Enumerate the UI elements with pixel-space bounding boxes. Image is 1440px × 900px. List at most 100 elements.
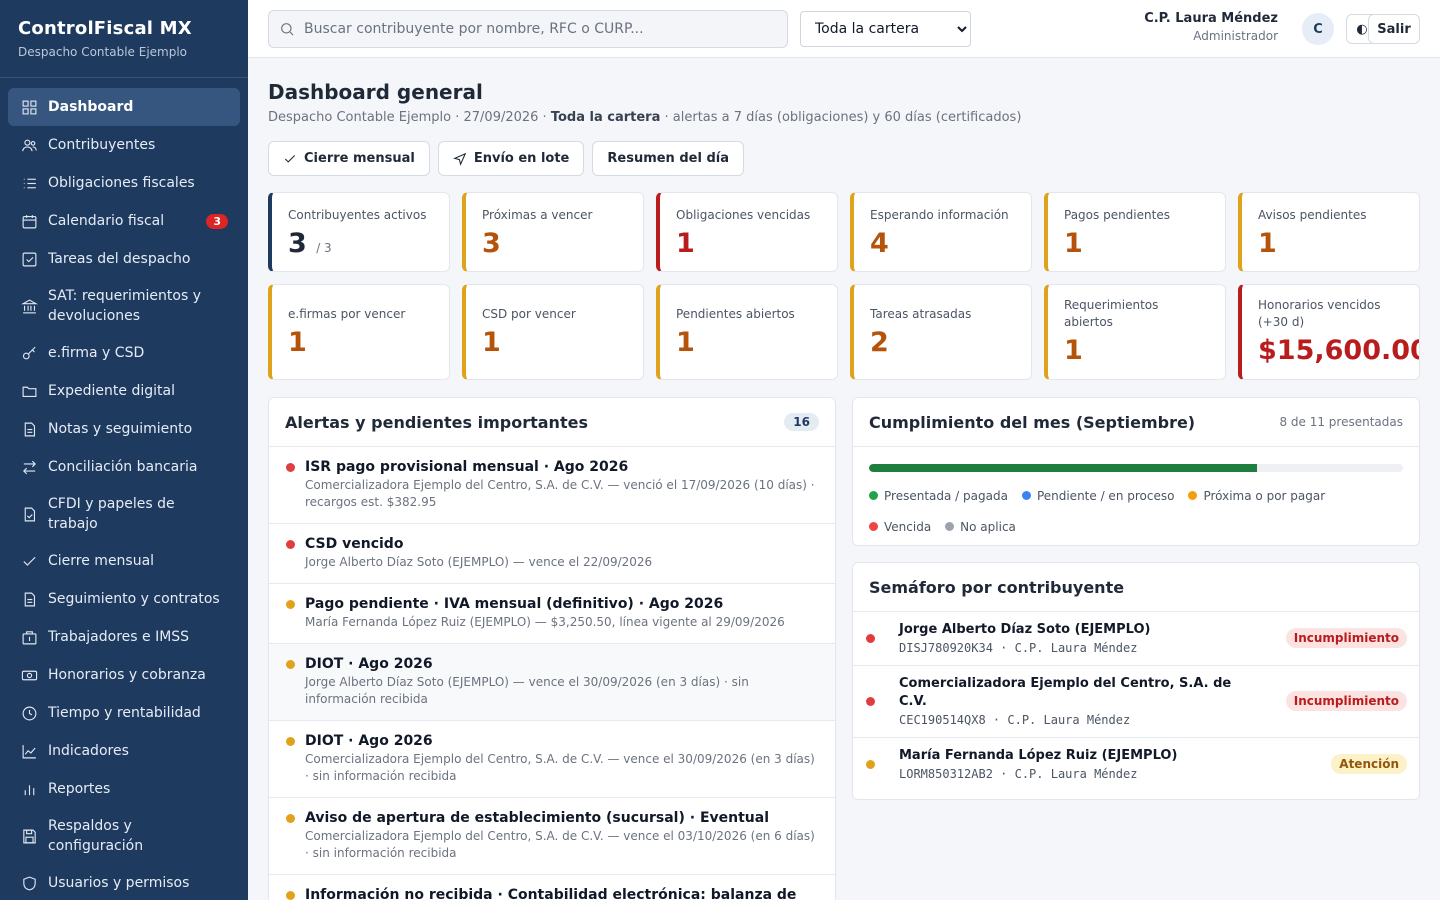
kpi-value: 2 — [870, 327, 1015, 359]
sidebar-item-label: Tiempo y rentabilidad — [48, 705, 201, 721]
sidebar-item-conciliacion-bancaria[interactable]: Conciliación bancaria — [8, 448, 240, 486]
kpi-card-obligaciones-vencidas[interactable]: Obligaciones vencidas 1 — [656, 192, 838, 272]
monthly-close-button[interactable]: Cierre mensual — [268, 141, 430, 176]
key-icon — [20, 344, 38, 362]
logout-button[interactable]: Salir — [1368, 14, 1420, 44]
sidebar-item-label: Usuarios y permisos — [48, 875, 190, 891]
alert-item[interactable]: Información no recibida · Contabilidad e… — [269, 875, 835, 900]
portfolio-select[interactable]: Toda la cartera — [800, 11, 971, 47]
sidebar-nav: Dashboard Contribuyentes Obligaciones fisc… — [0, 78, 248, 900]
sidebar-item-usuarios-y-permisos[interactable]: Usuarios y permisos — [8, 864, 240, 900]
legend-item-presentada-pagada: Presentada / pagada — [869, 480, 1008, 511]
taxpayer-name: Jorge Alberto Díaz Soto (EJEMPLO) — [899, 622, 1151, 637]
sidebar-item-tiempo-y-rentabilidad[interactable]: Tiempo y rentabilidad — [8, 694, 240, 732]
dashboard-icon — [20, 98, 38, 116]
sidebar-item-reportes[interactable]: Reportes — [8, 770, 240, 808]
sidebar-item-indicadores[interactable]: Indicadores — [8, 732, 240, 770]
kpi-card-e-firmas-por-vencer[interactable]: e.firmas por vencer 1 — [268, 284, 450, 380]
kpi-card-esperando-informacion[interactable]: Esperando información 4 — [850, 192, 1032, 272]
taxpayer-info: Comercializadora Ejemplo del Centro, S.A… — [899, 675, 1244, 727]
search-box[interactable] — [268, 10, 788, 48]
kpi-label: Esperando información — [870, 208, 1009, 222]
kpi-value: 1 — [1064, 335, 1209, 367]
kpi-value: $15,600.00 — [1258, 335, 1419, 367]
calendar-icon — [20, 212, 38, 230]
sidebar-item-seguimiento-y-contratos[interactable]: Seguimiento y contratos — [8, 580, 240, 618]
monthly-close-label: Cierre mensual — [304, 151, 415, 166]
taxpayer-row[interactable]: Comercializadora Ejemplo del Centro, S.A… — [853, 666, 1419, 738]
kpi-value: 1 — [676, 327, 821, 359]
kpi-label: e.firmas por vencer — [288, 306, 406, 321]
alert-item[interactable]: DIOT · Ago 2026 Comercializadora Ejemplo … — [269, 721, 835, 798]
kpi-number: 1 — [676, 326, 695, 358]
alerts-list: ISR pago provisional mensual · Ago 2026 C… — [269, 447, 835, 900]
daily-summary-button[interactable]: Resumen del día — [592, 141, 744, 176]
action-bar: Cierre mensual Envío en lote Resumen del… — [268, 141, 744, 176]
alert-item[interactable]: CSD vencido Jorge Alberto Díaz Soto (EJEM… — [269, 524, 835, 584]
sidebar-item-trabajadores-e-imss[interactable]: Trabajadores e IMSS — [8, 618, 240, 656]
sidebar-item-notas-y-seguimiento[interactable]: Notas y seguimiento — [8, 410, 240, 448]
kpi-label: Próximas a vencer — [482, 208, 593, 222]
kpi-number: 2 — [870, 326, 889, 358]
kpi-value: 1 — [482, 327, 627, 359]
sidebar-item-tareas-del-despacho[interactable]: Tareas del despacho — [8, 240, 240, 278]
sidebar-item-respaldos-y-configuracion[interactable]: Respaldos y configuración — [8, 808, 240, 864]
taxpayer-status-dot — [866, 633, 875, 643]
traffic-light-header: Semáforo por contribuyente — [853, 563, 1419, 612]
sidebar-item-e-firma-y-csd[interactable]: e.firma y CSD — [8, 334, 240, 372]
avatar[interactable]: C — [1302, 13, 1334, 45]
sidebar-item-label: Tareas del despacho — [48, 251, 191, 267]
taxpayer-row[interactable]: Jorge Alberto Díaz Soto (EJEMPLO) DISJ780… — [853, 612, 1419, 666]
sidebar-item-cfdi-y-papeles-de-trabajo[interactable]: CFDI y papeles de trabajo — [8, 486, 240, 542]
kpi-card-pagos-pendientes[interactable]: Pagos pendientes 1 — [1044, 192, 1226, 272]
sidebar-item-cierre-mensual[interactable]: Cierre mensual — [8, 542, 240, 580]
sidebar-item-honorarios-y-cobranza[interactable]: Honorarios y cobranza — [8, 656, 240, 694]
sidebar-item-calendario-fiscal[interactable]: Calendario fiscal 3 — [8, 202, 240, 240]
kpi-label: Honorarios vencidos (+30 d) — [1258, 298, 1381, 329]
batch-send-button[interactable]: Envío en lote — [437, 141, 585, 176]
sidebar-item-obligaciones-fiscales[interactable]: Obligaciones fiscales — [8, 164, 240, 202]
compliance-header: Cumplimiento del mes (Septiembre) 8 de 1… — [853, 398, 1419, 447]
kpi-card-contribuyentes-activos[interactable]: Contribuyentes activos 3 / 3 — [268, 192, 450, 272]
alert-item[interactable]: Aviso de apertura de establecimiento (su… — [269, 798, 835, 875]
kpi-card-requerimientos-abiertos[interactable]: Requerimientos abiertos 1 — [1044, 284, 1226, 380]
kpi-number: 1 — [1064, 228, 1083, 259]
alert-title: DIOT · Ago 2026 — [305, 733, 433, 749]
alert-item[interactable]: DIOT · Ago 2026 Jorge Alberto Díaz Soto (… — [269, 644, 835, 721]
kpi-card-proximas-a-vencer[interactable]: Próximas a vencer 3 — [462, 192, 644, 272]
search-icon — [281, 23, 294, 36]
alert-title: ISR pago provisional mensual · Ago 2026 — [305, 459, 629, 475]
alert-status-dot — [286, 737, 295, 746]
alert-description: Jorge Alberto Díaz Soto (EJEMPLO) — venc… — [305, 555, 653, 569]
sidebar-item-label: Reportes — [48, 781, 111, 797]
kpi-card-tareas-atrasadas[interactable]: Tareas atrasadas 2 — [850, 284, 1032, 380]
compliance-title: Cumplimiento del mes (Septiembre) — [869, 412, 1196, 432]
taxpayer-status-badge: Incumplimiento — [1285, 691, 1407, 711]
alert-item[interactable]: Pago pendiente · IVA mensual (definitivo… — [269, 584, 835, 644]
alert-item[interactable]: ISR pago provisional mensual · Ago 2026 C… — [269, 447, 835, 524]
brand-subtitle: Despacho Contable Ejemplo — [18, 45, 188, 59]
compliance-legend: Presentada / pagada Pendiente / en proces… — [853, 472, 1419, 542]
kpi-value: 3 — [482, 228, 627, 260]
kpi-card-pendientes-abiertos[interactable]: Pendientes abiertos 1 — [656, 284, 838, 380]
page-subtitle: Despacho Contable Ejemplo · 27/09/2026 ·… — [268, 110, 1021, 125]
sidebar-item-label: Conciliación bancaria — [48, 459, 198, 475]
kpi-card-avisos-pendientes[interactable]: Avisos pendientes 1 — [1238, 192, 1420, 272]
page-title: Dashboard general — [268, 80, 483, 104]
kpi-card-csd-por-vencer[interactable]: CSD por vencer 1 — [462, 284, 644, 380]
legend-swatch — [1188, 491, 1198, 500]
main-content: Dashboard general Despacho Contable Ejem… — [268, 58, 1420, 900]
sidebar-item-label: SAT: requerimientos y devoluciones — [48, 288, 201, 324]
sidebar-item-dashboard[interactable]: Dashboard — [8, 88, 240, 126]
user-name: C.P. Laura Méndez — [1144, 11, 1278, 26]
sidebar-item-sat-requerimientos-y-devoluciones[interactable]: SAT: requerimientos y devoluciones — [8, 278, 240, 334]
kpi-label: CSD por vencer — [482, 306, 576, 321]
taxpayer-row[interactable]: María Fernanda López Ruiz (EJEMPLO) LORM8… — [853, 738, 1419, 791]
kpi-card-honorarios-vencidos-30-d[interactable]: Honorarios vencidos (+30 d) $15,600.00 — [1238, 284, 1420, 380]
compliance-progress-bar — [869, 464, 1403, 472]
banknote-icon — [20, 666, 38, 684]
sidebar-item-contribuyentes[interactable]: Contribuyentes — [8, 126, 240, 164]
alerts-header: Alertas y pendientes importantes 16 — [269, 398, 835, 447]
search-input[interactable] — [304, 21, 774, 37]
sidebar-item-expediente-digital[interactable]: Expediente digital — [8, 372, 240, 410]
